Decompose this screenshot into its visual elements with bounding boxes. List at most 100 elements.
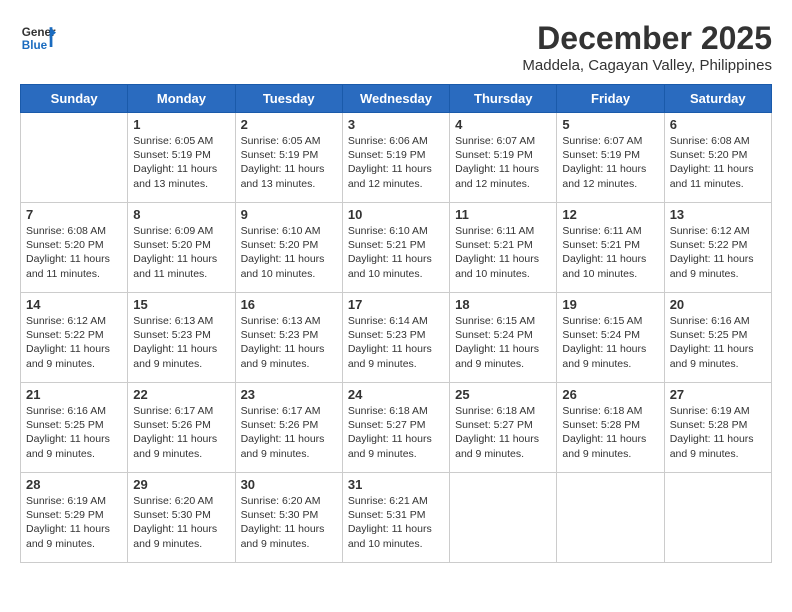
day-number: 22 [133, 387, 229, 402]
calendar-cell: 20 Sunrise: 6:16 AMSunset: 5:25 PMDayligh… [664, 293, 771, 383]
day-number: 4 [455, 117, 551, 132]
calendar-cell: 14Sunrise: 6:12 AMSunset: 5:22 PMDayligh… [21, 293, 128, 383]
calendar-cell [557, 473, 664, 563]
column-header-thursday: Thursday [450, 85, 557, 113]
day-number: 10 [348, 207, 444, 222]
day-number: 7 [26, 207, 122, 222]
calendar-cell: 27 Sunrise: 6:19 AMSunset: 5:28 PMDayligh… [664, 383, 771, 473]
day-number: 29 [133, 477, 229, 492]
day-number: 28 [26, 477, 122, 492]
calendar-cell [664, 473, 771, 563]
day-info: Sunrise: 6:12 AMSunset: 5:22 PMDaylight:… [26, 314, 122, 371]
day-info: Sunrise: 6:13 AMSunset: 5:23 PMDaylight:… [241, 314, 337, 371]
calendar-cell: 26Sunrise: 6:18 AMSunset: 5:28 PMDayligh… [557, 383, 664, 473]
day-number: 18 [455, 297, 551, 312]
day-number: 2 [241, 117, 337, 132]
column-header-sunday: Sunday [21, 85, 128, 113]
day-number: 23 [241, 387, 337, 402]
column-header-wednesday: Wednesday [342, 85, 449, 113]
month-title: December 2025 [522, 20, 772, 57]
day-number: 1 [133, 117, 229, 132]
day-info: Sunrise: 6:12 AMSunset: 5:22 PMDaylight:… [670, 224, 766, 281]
calendar-cell: 25 Sunrise: 6:18 AMSunset: 5:27 PMDayligh… [450, 383, 557, 473]
day-info: Sunrise: 6:10 AMSunset: 5:21 PMDaylight:… [348, 224, 444, 281]
day-info: Sunrise: 6:13 AMSunset: 5:23 PMDaylight:… [133, 314, 229, 371]
day-info: Sunrise: 6:18 AMSunset: 5:27 PMDaylight:… [348, 404, 444, 461]
day-info: Sunrise: 6:11 AMSunset: 5:21 PMDaylight:… [562, 224, 658, 281]
logo: General Blue [20, 20, 56, 56]
calendar-cell: 19 Sunrise: 6:15 AMSunset: 5:24 PMDayligh… [557, 293, 664, 383]
calendar-cell: 16 Sunrise: 6:13 AMSunset: 5:23 PMDayligh… [235, 293, 342, 383]
day-info: Sunrise: 6:18 AMSunset: 5:28 PMDaylight:… [562, 404, 658, 461]
day-info: Sunrise: 6:11 AMSunset: 5:21 PMDaylight:… [455, 224, 551, 281]
calendar-cell: 6Sunrise: 6:08 AMSunset: 5:20 PMDaylight… [664, 113, 771, 203]
calendar-cell: 1 Sunrise: 6:05 AMSunset: 5:19 PMDaylight… [128, 113, 235, 203]
day-number: 12 [562, 207, 658, 222]
calendar-cell: 8 Sunrise: 6:09 AMSunset: 5:20 PMDaylight… [128, 203, 235, 293]
day-info: Sunrise: 6:16 AMSunset: 5:25 PMDaylight:… [670, 314, 766, 371]
day-info: Sunrise: 6:08 AMSunset: 5:20 PMDaylight:… [26, 224, 122, 281]
calendar-header-row: SundayMondayTuesdayWednesdayThursdayFrid… [21, 85, 772, 113]
day-number: 8 [133, 207, 229, 222]
page-header: General Blue December 2025 Maddela, Caga… [20, 20, 772, 74]
day-number: 16 [241, 297, 337, 312]
calendar-cell: 24 Sunrise: 6:18 AMSunset: 5:27 PMDayligh… [342, 383, 449, 473]
day-number: 3 [348, 117, 444, 132]
calendar-cell: 29 Sunrise: 6:20 AMSunset: 5:30 PMDayligh… [128, 473, 235, 563]
day-number: 19 [562, 297, 658, 312]
calendar-cell: 2 Sunrise: 6:05 AMSunset: 5:19 PMDaylight… [235, 113, 342, 203]
day-number: 31 [348, 477, 444, 492]
calendar-cell: 30Sunrise: 6:20 AMSunset: 5:30 PMDayligh… [235, 473, 342, 563]
calendar-cell: 22 Sunrise: 6:17 AMSunset: 5:26 PMDayligh… [128, 383, 235, 473]
calendar-cell [450, 473, 557, 563]
day-number: 5 [562, 117, 658, 132]
calendar-cell: 4 Sunrise: 6:07 AMSunset: 5:19 PMDaylight… [450, 113, 557, 203]
day-number: 13 [670, 207, 766, 222]
calendar-cell: 18Sunrise: 6:15 AMSunset: 5:24 PMDayligh… [450, 293, 557, 383]
calendar-week-row: 28 Sunrise: 6:19 AMSunset: 5:29 PMDayligh… [21, 473, 772, 563]
day-info: Sunrise: 6:06 AMSunset: 5:19 PMDaylight:… [348, 134, 444, 191]
day-number: 24 [348, 387, 444, 402]
day-info: Sunrise: 6:21 AMSunset: 5:31 PMDaylight:… [348, 494, 444, 551]
day-info: Sunrise: 6:09 AMSunset: 5:20 PMDaylight:… [133, 224, 229, 281]
day-info: Sunrise: 6:17 AMSunset: 5:26 PMDaylight:… [241, 404, 337, 461]
svg-text:Blue: Blue [22, 39, 48, 52]
day-info: Sunrise: 6:05 AMSunset: 5:19 PMDaylight:… [133, 134, 229, 191]
calendar-cell: 12 Sunrise: 6:11 AMSunset: 5:21 PMDayligh… [557, 203, 664, 293]
calendar-cell: 15 Sunrise: 6:13 AMSunset: 5:23 PMDayligh… [128, 293, 235, 383]
day-number: 21 [26, 387, 122, 402]
day-number: 27 [670, 387, 766, 402]
calendar-week-row: 14Sunrise: 6:12 AMSunset: 5:22 PMDayligh… [21, 293, 772, 383]
column-header-friday: Friday [557, 85, 664, 113]
calendar-cell [21, 113, 128, 203]
day-number: 25 [455, 387, 551, 402]
title-section: December 2025 Maddela, Cagayan Valley, P… [522, 20, 772, 74]
calendar-cell: 31 Sunrise: 6:21 AMSunset: 5:31 PMDayligh… [342, 473, 449, 563]
calendar-cell: 21Sunrise: 6:16 AMSunset: 5:25 PMDayligh… [21, 383, 128, 473]
calendar-cell: 5Sunrise: 6:07 AMSunset: 5:19 PMDaylight… [557, 113, 664, 203]
day-number: 15 [133, 297, 229, 312]
day-number: 17 [348, 297, 444, 312]
day-info: Sunrise: 6:19 AMSunset: 5:29 PMDaylight:… [26, 494, 122, 551]
day-number: 20 [670, 297, 766, 312]
calendar-cell: 3 Sunrise: 6:06 AMSunset: 5:19 PMDaylight… [342, 113, 449, 203]
calendar-cell: 23 Sunrise: 6:17 AMSunset: 5:26 PMDayligh… [235, 383, 342, 473]
calendar-cell: 28 Sunrise: 6:19 AMSunset: 5:29 PMDayligh… [21, 473, 128, 563]
day-info: Sunrise: 6:19 AMSunset: 5:28 PMDaylight:… [670, 404, 766, 461]
calendar-cell: 17 Sunrise: 6:14 AMSunset: 5:23 PMDayligh… [342, 293, 449, 383]
day-info: Sunrise: 6:20 AMSunset: 5:30 PMDaylight:… [133, 494, 229, 551]
calendar-week-row: 7 Sunrise: 6:08 AMSunset: 5:20 PMDaylight… [21, 203, 772, 293]
day-info: Sunrise: 6:05 AMSunset: 5:19 PMDaylight:… [241, 134, 337, 191]
day-info: Sunrise: 6:18 AMSunset: 5:27 PMDaylight:… [455, 404, 551, 461]
day-info: Sunrise: 6:20 AMSunset: 5:30 PMDaylight:… [241, 494, 337, 551]
calendar-week-row: 1 Sunrise: 6:05 AMSunset: 5:19 PMDaylight… [21, 113, 772, 203]
day-info: Sunrise: 6:17 AMSunset: 5:26 PMDaylight:… [133, 404, 229, 461]
day-info: Sunrise: 6:07 AMSunset: 5:19 PMDaylight:… [455, 134, 551, 191]
day-info: Sunrise: 6:14 AMSunset: 5:23 PMDaylight:… [348, 314, 444, 371]
column-header-tuesday: Tuesday [235, 85, 342, 113]
day-info: Sunrise: 6:08 AMSunset: 5:20 PMDaylight:… [670, 134, 766, 191]
calendar-cell: 10 Sunrise: 6:10 AMSunset: 5:21 PMDayligh… [342, 203, 449, 293]
column-header-saturday: Saturday [664, 85, 771, 113]
day-info: Sunrise: 6:15 AMSunset: 5:24 PMDaylight:… [562, 314, 658, 371]
calendar-cell: 7 Sunrise: 6:08 AMSunset: 5:20 PMDaylight… [21, 203, 128, 293]
